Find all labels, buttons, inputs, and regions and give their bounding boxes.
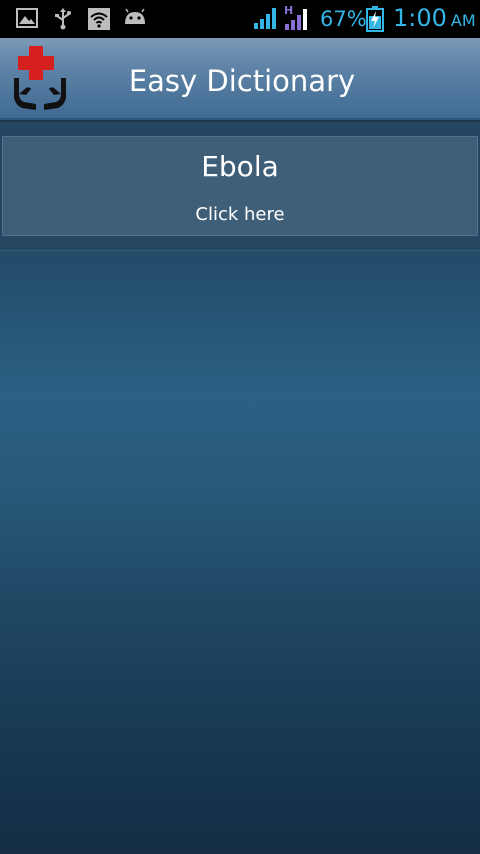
svg-text:H: H	[284, 4, 293, 17]
battery-charging-icon	[366, 6, 384, 36]
clock-ampm: AM	[450, 11, 476, 30]
clock-time: 1:00	[393, 4, 447, 32]
gallery-icon	[16, 8, 38, 32]
list-item[interactable]: Ebola Click here	[2, 136, 478, 236]
list-item-subtitle: Click here	[195, 204, 285, 225]
app-title: Easy Dictionary	[128, 64, 356, 98]
action-bar: Easy Dictionary	[0, 38, 480, 120]
android-icon	[123, 8, 147, 32]
usb-icon	[54, 8, 72, 34]
status-bar: H 67% 1:00 AM	[0, 0, 480, 38]
clock: 1:00 AM	[393, 4, 476, 32]
list-divider	[0, 236, 480, 251]
main-content: Ebola Click here	[0, 120, 480, 854]
signal-strength-h-icon: H	[284, 4, 312, 36]
list-item-title: Ebola	[201, 150, 279, 183]
battery-percent: 67%	[320, 7, 367, 31]
wifi-icon	[88, 8, 110, 34]
list-container: Ebola Click here	[0, 120, 480, 251]
signal-strength-icon	[253, 6, 279, 34]
